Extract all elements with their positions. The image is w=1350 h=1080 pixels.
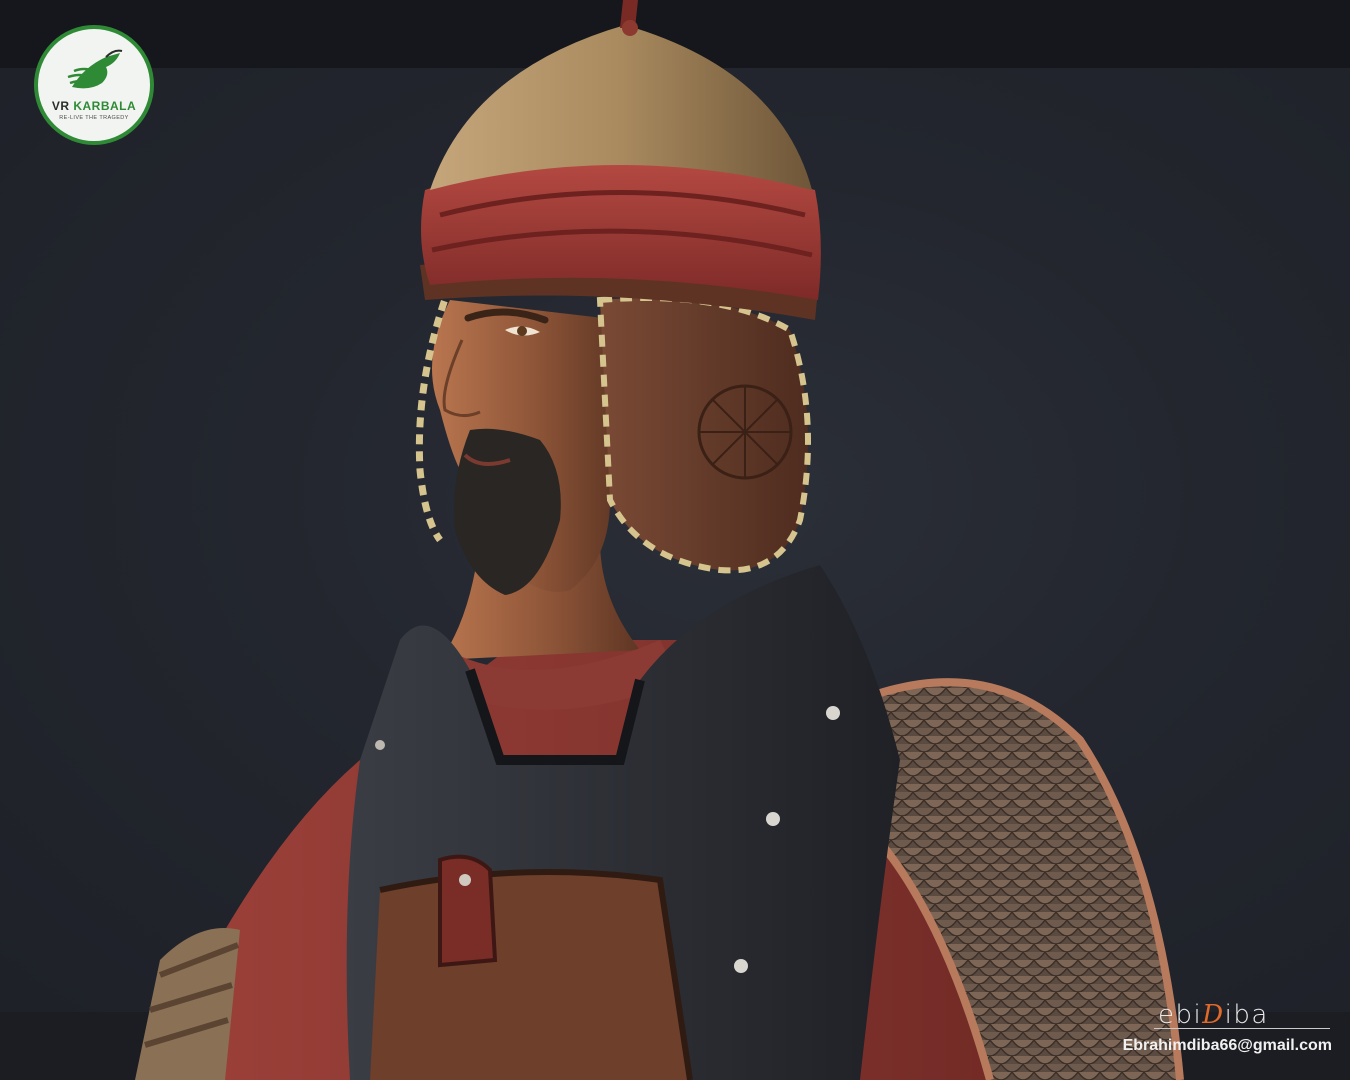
artist-signature: ebiDiba	[1150, 994, 1334, 1034]
horseman-icon	[67, 49, 123, 89]
logo-tagline: RE-LIVE THE TRAGEDY	[59, 115, 129, 121]
warrior-character-render	[135, 0, 1184, 1080]
signature-text: ebiDiba	[1158, 1000, 1269, 1030]
logo-brand-text: VR KARBALA	[51, 99, 137, 113]
contact-email: Ebrahimdiba66@gmail.com	[1122, 1037, 1332, 1054]
vr-karbala-logo: VR KARBALA RE-LIVE THE TRAGEDY	[34, 25, 154, 145]
signature-underline	[1154, 1028, 1330, 1029]
